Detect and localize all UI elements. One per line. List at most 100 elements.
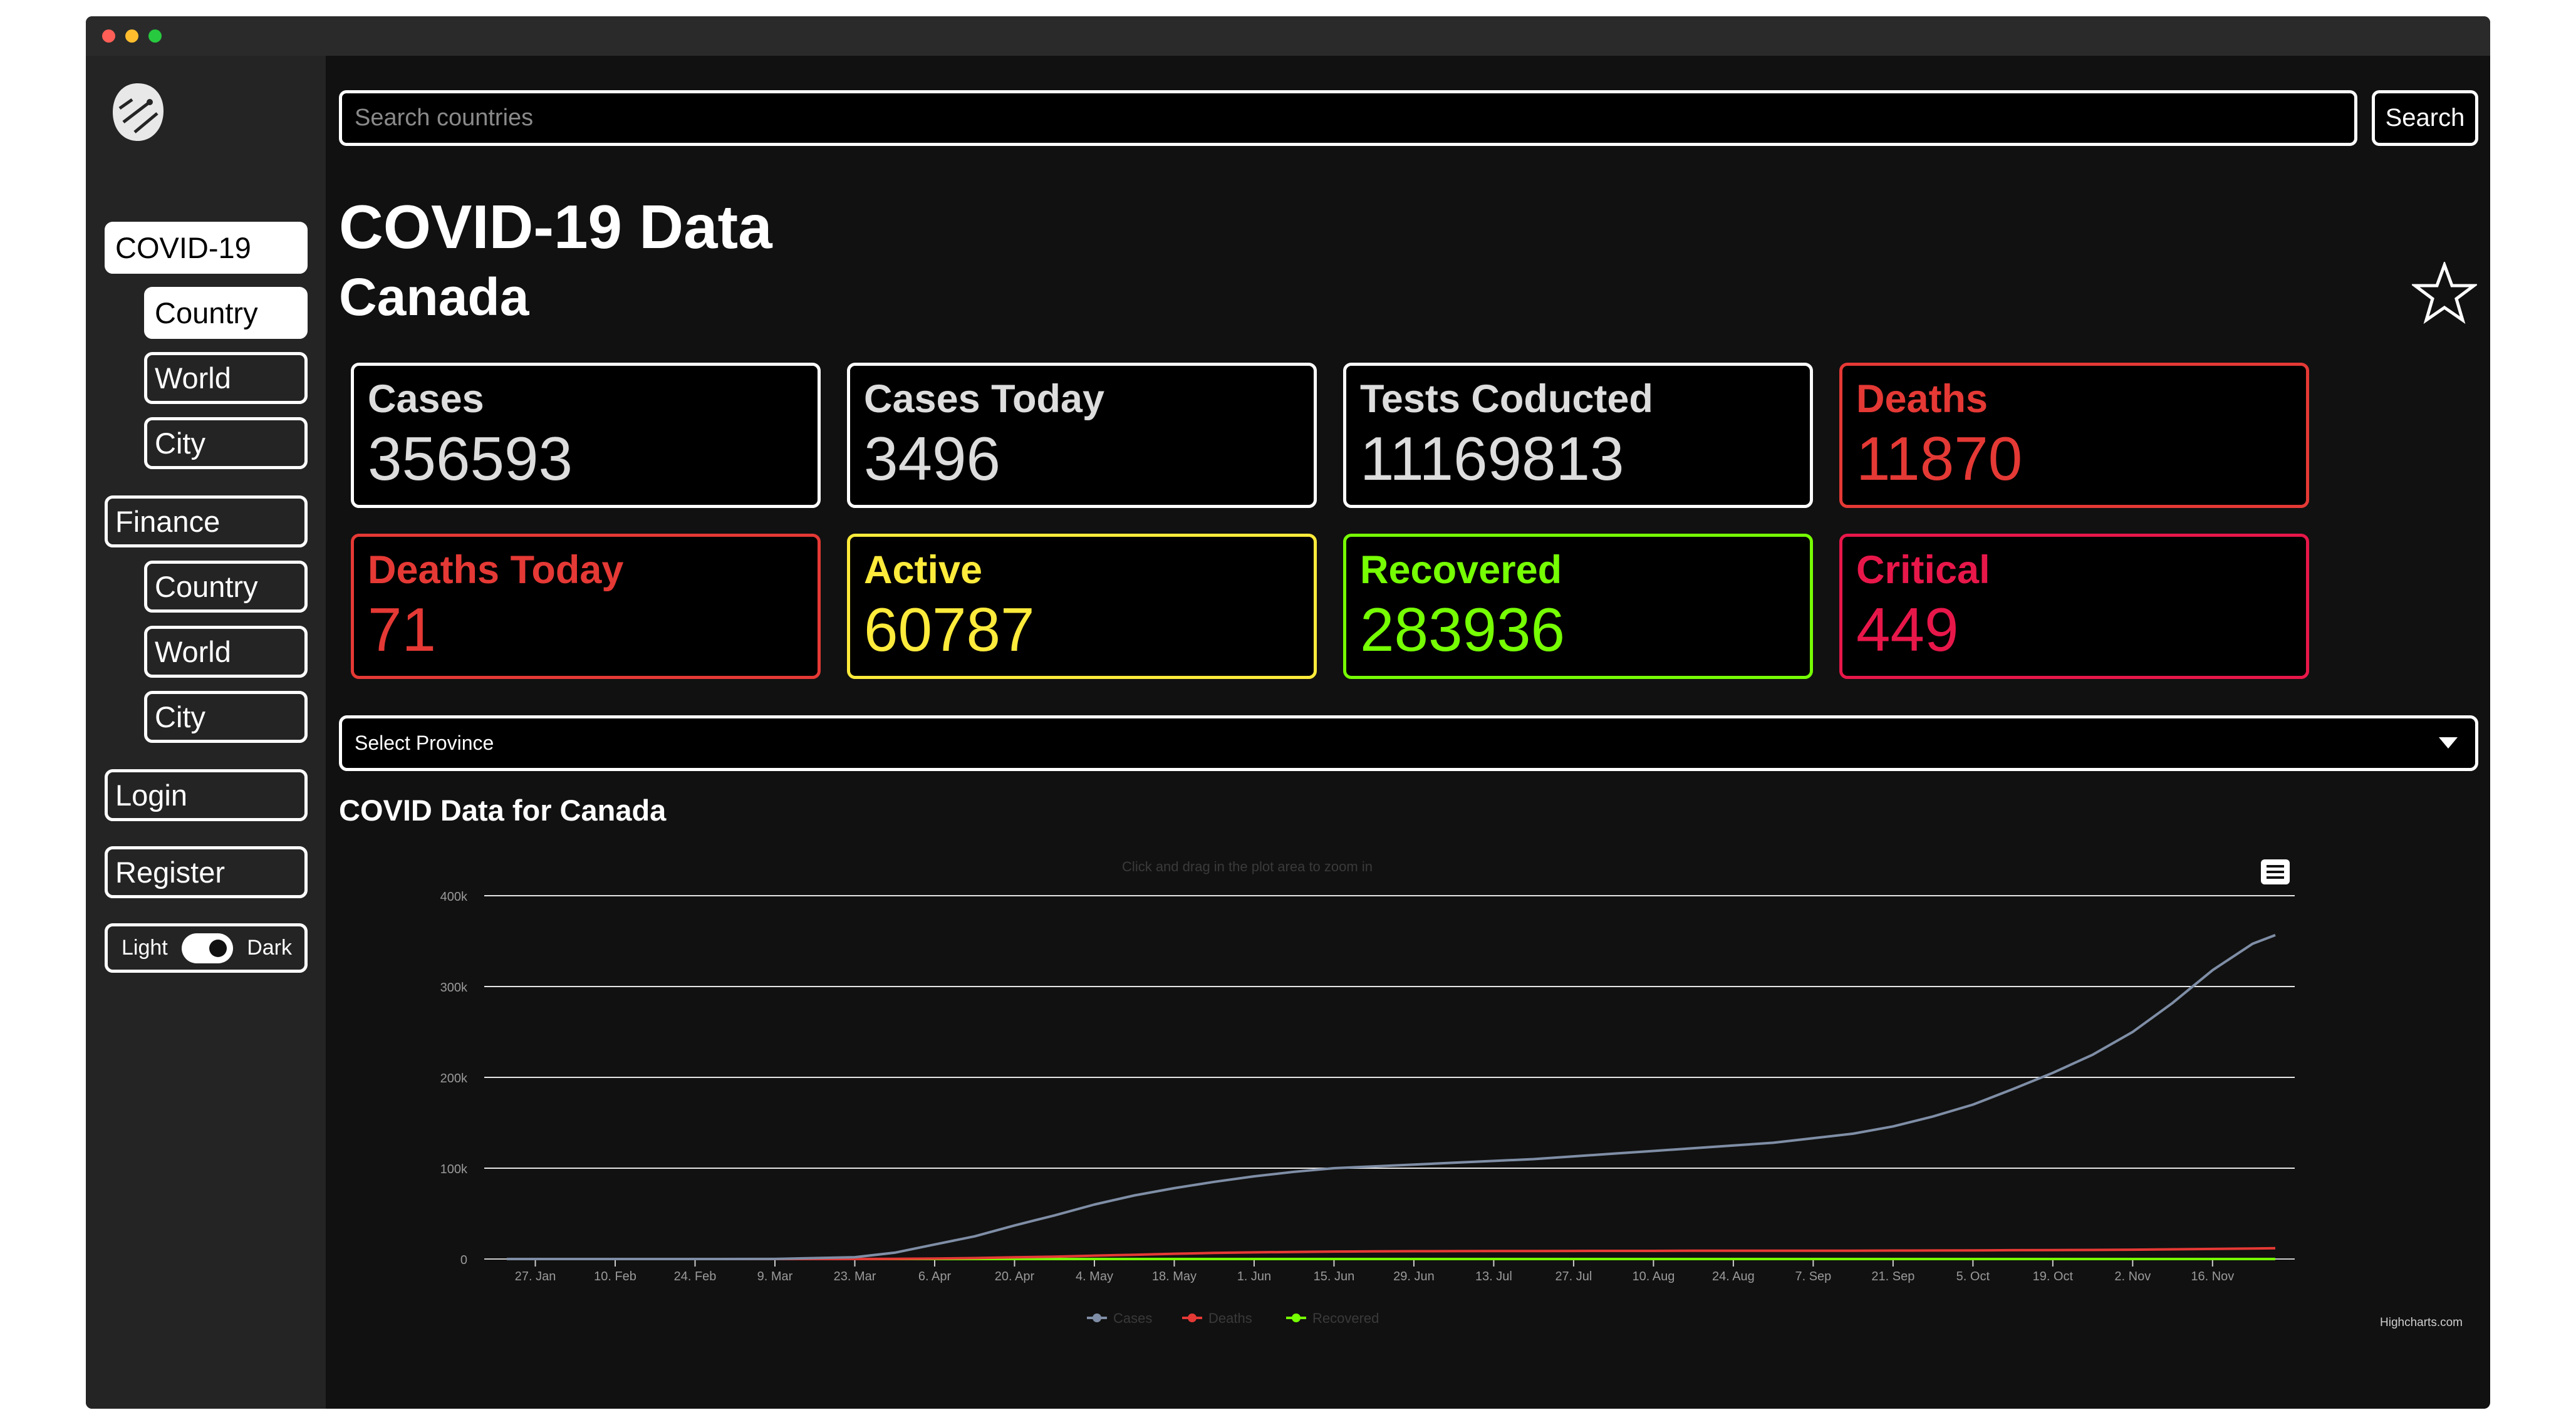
chart-subtitle: Click and drag in the plot area to zoom … xyxy=(1122,859,1373,874)
favorite-star-icon[interactable] xyxy=(2412,262,2477,324)
y-tick-label: 200k xyxy=(440,1072,468,1086)
chart-menu-icon-bar xyxy=(2267,871,2284,873)
y-tick-label: 400k xyxy=(440,890,468,904)
x-tick-label: 6. Apr xyxy=(918,1270,952,1283)
x-tick-label: 10. Feb xyxy=(594,1270,636,1283)
nav-covid-city-label: City xyxy=(155,427,205,460)
chart-menu-icon-bar xyxy=(2267,865,2284,868)
register-label: Register xyxy=(115,856,226,889)
nav-covid-city[interactable]: City xyxy=(144,417,308,469)
x-tick-label: 2. Nov xyxy=(2114,1270,2151,1283)
stat-label: Deaths Today xyxy=(368,548,624,592)
nav-finance-country[interactable]: Country xyxy=(144,561,308,613)
legend-item-deaths[interactable]: Deaths xyxy=(1208,1310,1252,1326)
province-select-label: Select Province xyxy=(355,732,494,754)
x-tick-label: 10. Aug xyxy=(1632,1270,1675,1283)
stat-label: Cases Today xyxy=(864,377,1104,421)
stat-card-deaths: Deaths 11870 xyxy=(1839,363,2309,508)
nav-covid-country-label: Country xyxy=(155,296,258,329)
stat-label: Critical xyxy=(1856,548,1990,592)
close-window-icon[interactable] xyxy=(102,29,115,43)
legend-item-cases[interactable]: Cases xyxy=(1113,1310,1152,1326)
x-tick-label: 18. May xyxy=(1152,1270,1197,1283)
x-tick-label: 5. Oct xyxy=(1956,1270,1990,1283)
x-tick-label: 24. Feb xyxy=(674,1270,717,1283)
x-tick-label: 24. Aug xyxy=(1712,1270,1755,1283)
nav-finance-city-label: City xyxy=(155,700,205,733)
chart-credits[interactable]: Highcharts.com xyxy=(2380,1316,2463,1330)
x-tick-label: 15. Jun xyxy=(1314,1270,1355,1283)
legend-marker[interactable] xyxy=(1093,1314,1101,1322)
stat-card-recovered: Recovered 283936 xyxy=(1343,534,1813,679)
x-tick-label: 13. Jul xyxy=(1475,1270,1512,1283)
nav-covid[interactable]: COVID-19 xyxy=(105,222,308,274)
x-tick-label: 7. Sep xyxy=(1795,1270,1831,1283)
stat-value: 3496 xyxy=(864,424,1001,493)
stat-value: 356593 xyxy=(368,424,573,493)
x-tick-label: 21. Sep xyxy=(1871,1270,1914,1283)
page-title: COVID-19 Data xyxy=(339,192,772,261)
stat-label: Cases xyxy=(368,377,484,421)
x-tick-label: 29. Jun xyxy=(1393,1270,1435,1283)
nav-covid-country[interactable]: Country xyxy=(144,287,308,339)
stat-label: Recovered xyxy=(1360,548,1562,592)
sidebar: COVID-19 Country World City Finance Coun… xyxy=(86,56,326,1409)
covid-line-chart[interactable]: Click and drag in the plot area to zoom … xyxy=(339,843,2478,1350)
stat-label: Active xyxy=(864,548,983,592)
theme-switch[interactable] xyxy=(181,933,233,963)
legend-marker[interactable] xyxy=(1292,1314,1301,1322)
y-tick-label: 300k xyxy=(440,981,468,995)
nav-finance-world[interactable]: World xyxy=(144,626,308,678)
country-title: Canada xyxy=(339,267,529,326)
stat-value: 449 xyxy=(1856,595,1959,664)
search-button[interactable]: Search xyxy=(2372,90,2478,146)
title-bar xyxy=(86,16,2490,56)
x-tick-label: 23. Mar xyxy=(834,1270,876,1283)
y-tick-label: 0 xyxy=(460,1253,467,1267)
nav-covid-world-label: World xyxy=(155,361,231,395)
stat-value: 11870 xyxy=(1856,424,2023,493)
x-tick-label: 1. Jun xyxy=(1237,1270,1271,1283)
stat-label: Deaths xyxy=(1856,377,1988,421)
chart-title: COVID Data for Canada xyxy=(339,794,667,827)
nav-finance-country-label: Country xyxy=(155,570,258,603)
stat-card-cases-today: Cases Today 3496 xyxy=(847,363,1317,508)
y-tick-label: 100k xyxy=(440,1163,468,1176)
x-tick-label: 19. Oct xyxy=(2033,1270,2074,1283)
x-tick-label: 27. Jul xyxy=(1555,1270,1592,1283)
legend-item-recovered[interactable]: Recovered xyxy=(1312,1310,1379,1326)
nav-finance[interactable]: Finance xyxy=(105,495,308,547)
stat-card-tests: Tests Coducted 11169813 xyxy=(1343,363,1813,508)
series-line-deaths[interactable] xyxy=(507,1246,2276,1260)
stat-label: Tests Coducted xyxy=(1360,377,1653,421)
theme-dark-label: Dark xyxy=(247,936,292,960)
theme-switch-knob xyxy=(209,939,227,957)
nav-covid-world[interactable]: World xyxy=(144,352,308,404)
logo-icon[interactable] xyxy=(111,81,165,143)
chevron-down-icon xyxy=(2439,737,2458,749)
nav-finance-city[interactable]: City xyxy=(144,691,308,743)
theme-toggle: Light Dark xyxy=(105,923,308,973)
nav-finance-label: Finance xyxy=(115,505,221,538)
login-button[interactable]: Login xyxy=(105,769,308,821)
legend-marker[interactable] xyxy=(1188,1314,1197,1322)
minimize-window-icon[interactable] xyxy=(125,29,138,43)
search-input[interactable] xyxy=(339,90,2357,146)
maximize-window-icon[interactable] xyxy=(148,29,162,43)
x-tick-label: 27. Jan xyxy=(515,1270,556,1283)
stat-card-active: Active 60787 xyxy=(847,534,1317,679)
stat-value: 283936 xyxy=(1360,595,1566,664)
nav-finance-world-label: World xyxy=(155,635,231,668)
x-tick-label: 16. Nov xyxy=(2191,1270,2234,1283)
series-line-cases[interactable] xyxy=(507,934,2276,1260)
theme-light-label: Light xyxy=(122,936,168,960)
province-select[interactable]: Select Province xyxy=(339,715,2478,771)
x-tick-label: 9. Mar xyxy=(757,1270,793,1283)
stat-card-deaths-today: Deaths Today 71 xyxy=(351,534,821,679)
register-button[interactable]: Register xyxy=(105,846,308,898)
login-label: Login xyxy=(115,779,187,812)
stat-value: 60787 xyxy=(864,595,1035,664)
x-tick-label: 20. Apr xyxy=(995,1270,1035,1283)
x-tick-label: 4. May xyxy=(1076,1270,1113,1283)
stat-card-cases: Cases 356593 xyxy=(351,363,821,508)
